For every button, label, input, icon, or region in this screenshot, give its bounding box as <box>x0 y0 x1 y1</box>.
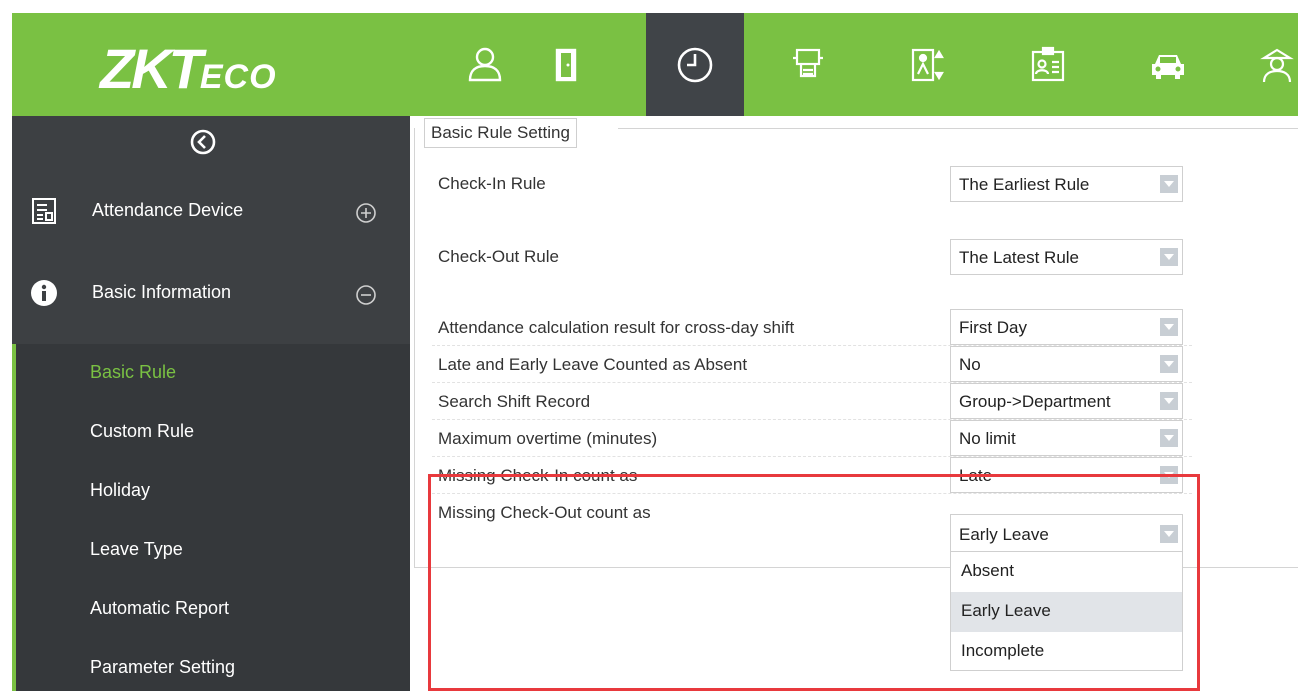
setting-label: Late and Early Leave Counted as Absent <box>438 355 748 374</box>
late-early-absent-select[interactable]: No <box>950 346 1183 382</box>
nav-visitor[interactable] <box>1010 13 1086 116</box>
nav-patrol[interactable] <box>1250 13 1298 116</box>
sidebar-item-automatic-report[interactable]: Automatic Report <box>90 598 229 619</box>
nav-elevator[interactable] <box>890 13 966 116</box>
sidebar: Attendance Device Basic Information Basi… <box>12 116 410 691</box>
collapse-sidebar-icon[interactable] <box>189 128 217 156</box>
section-legend: Basic Rule Setting <box>424 118 577 148</box>
chevron-down-icon[interactable] <box>1160 318 1178 336</box>
setting-label: Maximum overtime (minutes) <box>438 429 658 448</box>
search-shift-record-select[interactable]: Group->Department <box>950 383 1183 419</box>
person-icon <box>468 47 502 81</box>
nav-personnel[interactable] <box>447 13 523 116</box>
select-value: First Day <box>959 318 1027 337</box>
sidebar-item-leave-type[interactable]: Leave Type <box>90 539 183 560</box>
info-icon <box>31 280 57 306</box>
elevator-icon <box>911 48 944 81</box>
sidebar-group-attendance-device[interactable]: Attendance Device <box>12 188 410 238</box>
check-in-rule-select[interactable]: The Earliest Rule <box>950 166 1183 202</box>
sidebar-group-basic-information[interactable]: Basic Information <box>12 270 410 320</box>
consumption-icon <box>793 48 823 77</box>
highlight-annotation <box>428 474 1200 691</box>
sidebar-item-parameter-setting[interactable]: Parameter Setting <box>90 657 235 678</box>
clock-icon <box>677 47 713 82</box>
setting-label: Check-Out Rule <box>438 247 559 266</box>
nav-consumption[interactable] <box>770 13 846 116</box>
guard-icon <box>1260 48 1294 82</box>
fieldset-border <box>618 128 1298 129</box>
sidebar-item-holiday[interactable]: Holiday <box>90 480 150 501</box>
check-out-rule-select[interactable]: The Latest Rule <box>950 239 1183 275</box>
chevron-down-icon[interactable] <box>1160 175 1178 193</box>
visitor-badge-icon <box>1031 46 1065 81</box>
logo-main-text: ZKT <box>100 37 203 100</box>
car-icon <box>1152 54 1184 79</box>
expand-icon[interactable] <box>355 202 377 224</box>
select-value: Group->Department <box>959 392 1111 411</box>
nav-access[interactable] <box>528 13 604 116</box>
chevron-down-icon[interactable] <box>1160 392 1178 410</box>
select-value: No limit <box>959 429 1016 448</box>
setting-label: Attendance calculation result for cross-… <box>438 318 795 337</box>
select-value: The Earliest Rule <box>959 175 1090 194</box>
fieldset-border <box>414 128 415 568</box>
select-value: The Latest Rule <box>959 248 1080 267</box>
collapse-icon[interactable] <box>355 284 377 306</box>
nav-attendance[interactable] <box>646 13 744 116</box>
cross-day-shift-select[interactable]: First Day <box>950 309 1183 345</box>
sidebar-item-custom-rule[interactable]: Custom Rule <box>90 421 194 442</box>
setting-label: Check-In Rule <box>438 174 546 193</box>
chevron-down-icon[interactable] <box>1160 355 1178 373</box>
maximum-overtime-select[interactable]: No limit <box>950 420 1183 456</box>
top-bar: ZKTECO <box>0 0 1298 116</box>
sidebar-group-label: Attendance Device <box>92 200 244 220</box>
chevron-down-icon[interactable] <box>1160 429 1178 447</box>
sidebar-group-label: Basic Information <box>92 282 232 302</box>
device-icon <box>32 198 56 224</box>
zkteco-logo: ZKTECO <box>100 36 277 100</box>
select-value: No <box>959 355 981 374</box>
sidebar-item-basic-rule[interactable]: Basic Rule <box>90 362 176 383</box>
nav-parking[interactable] <box>1130 13 1206 116</box>
logo-sub-text: ECO <box>199 58 277 96</box>
setting-label: Search Shift Record <box>438 392 591 411</box>
sidebar-submenu: Basic Rule Custom Rule Holiday Leave Typ… <box>12 344 410 691</box>
door-icon <box>555 48 577 81</box>
chevron-down-icon[interactable] <box>1160 248 1178 266</box>
